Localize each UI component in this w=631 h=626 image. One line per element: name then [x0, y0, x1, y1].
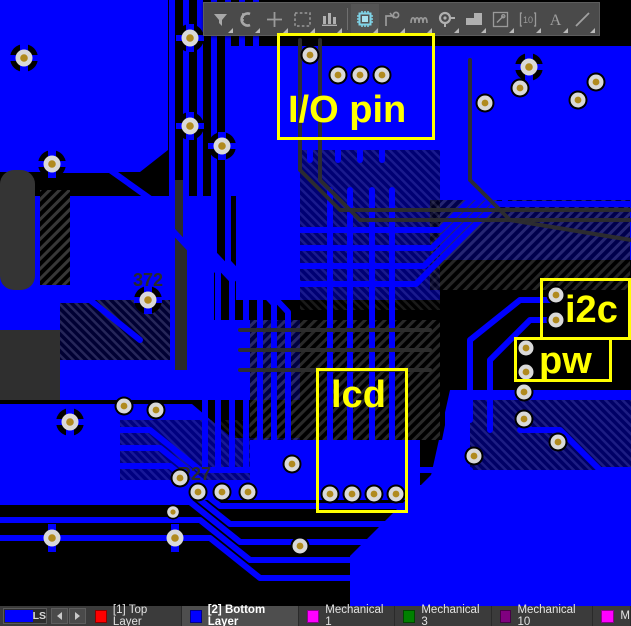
component-bars-icon[interactable]	[316, 4, 343, 34]
layer-tab-label: Mechanical 10	[517, 604, 576, 626]
layer-tab-mech1[interactable]: Mechanical 1	[299, 604, 396, 626]
toolbar-separator	[343, 4, 351, 34]
layer-color-swatch	[95, 609, 107, 623]
polygon-pour-icon[interactable]	[460, 4, 487, 34]
annotation-io-pin[interactable]: I/O pin	[277, 33, 435, 140]
dropdown-corner	[562, 28, 568, 33]
line-icon[interactable]	[569, 4, 596, 34]
layer-color-swatch	[601, 609, 615, 623]
annotation-i2c-label: i2c	[565, 289, 618, 331]
annotation-i2c[interactable]: i2c	[540, 278, 631, 340]
magnet-icon[interactable]	[234, 4, 261, 34]
layer-nav-group[interactable]	[51, 608, 87, 624]
layer-tab-label: Mechanical 1	[325, 604, 384, 626]
annotation-pw[interactable]: pw	[514, 337, 612, 382]
layer-status-bar[interactable]: LS [1] Top Layer [2] Bottom Layer Mechan…	[0, 604, 631, 626]
layer-color-swatch	[307, 609, 320, 623]
annotation-lcd[interactable]: lcd	[316, 368, 408, 513]
coordinate-icon[interactable]: 10	[515, 4, 542, 34]
ic-chip-icon[interactable]	[351, 4, 379, 34]
crosshair-icon[interactable]	[261, 4, 288, 34]
pcb-canvas[interactable]: 372 R27 10 A I/O pin i2c pw lcd	[0, 0, 631, 606]
annotation-lcd-label: lcd	[331, 374, 386, 416]
layer-tab-label: [1] Top Layer	[112, 604, 148, 626]
active-layer-color-swatch	[5, 610, 33, 622]
pcb-editor-window: 372 R27 10 A I/O pin i2c pw lcd LS [1] T…	[0, 0, 631, 626]
svg-text:A: A	[550, 12, 562, 28]
layer-tab-top[interactable]: [1] Top Layer	[87, 604, 182, 626]
filter-icon[interactable]	[207, 4, 234, 34]
layer-swatch-button[interactable]: LS	[3, 608, 47, 624]
layer-sets-label: LS	[32, 610, 46, 622]
dropdown-corner	[481, 28, 487, 33]
layer-tab-mech3[interactable]: Mechanical 3	[395, 604, 492, 626]
chevron-left-icon	[57, 612, 62, 620]
layer-prev-button[interactable]	[51, 608, 68, 624]
layer-color-swatch	[403, 609, 416, 623]
via-pad-icon[interactable]	[433, 4, 460, 34]
dropdown-corner	[454, 28, 460, 33]
annotation-io-pin-label: I/O pin	[288, 89, 407, 131]
layer-tab-bottom[interactable]: [2] Bottom Layer	[181, 604, 300, 626]
select-region-icon[interactable]	[289, 4, 316, 34]
dropdown-corner	[535, 28, 541, 33]
dropdown-corner	[228, 28, 234, 33]
layer-tab-label: M	[620, 610, 630, 622]
text-icon[interactable]: A	[542, 4, 569, 34]
svg-text:10: 10	[523, 15, 533, 25]
layer-color-swatch	[499, 609, 512, 623]
pcb-toolbar[interactable]: 10 A	[203, 2, 600, 36]
route-net-icon[interactable]	[379, 4, 406, 34]
layer-tab-mech-partial[interactable]: M	[593, 606, 631, 626]
layer-tab-label: Mechanical 3	[421, 604, 480, 626]
squiggle-icon[interactable]	[406, 4, 433, 34]
dropdown-corner	[590, 28, 596, 33]
dropdown-corner	[255, 28, 261, 33]
dimension-icon[interactable]	[487, 4, 514, 34]
layer-next-button[interactable]	[69, 608, 86, 624]
layer-tab-mech10[interactable]: Mechanical 10	[492, 604, 594, 626]
dropdown-corner	[508, 28, 514, 33]
chevron-right-icon	[75, 612, 80, 620]
annotation-pw-label: pw	[539, 340, 592, 382]
layer-color-swatch	[189, 609, 202, 623]
layer-tab-label: [2] Bottom Layer	[207, 604, 266, 626]
